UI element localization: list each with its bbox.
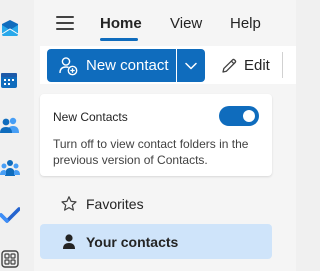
new-contacts-toggle[interactable]	[219, 106, 259, 126]
ribbon-divider	[282, 52, 283, 78]
todo-icon[interactable]	[0, 203, 24, 227]
nav-item-your-contacts-label: Your contacts	[86, 234, 179, 250]
pencil-icon	[220, 57, 238, 80]
nav-item-favorites[interactable]: Favorites	[40, 186, 272, 221]
tab-help[interactable]: Help	[230, 15, 261, 33]
add-person-icon	[58, 56, 78, 81]
toggle-knob	[243, 110, 255, 122]
tab-home[interactable]: Home	[100, 15, 142, 33]
tab-view[interactable]: View	[170, 15, 202, 33]
more-apps-icon[interactable]	[0, 247, 24, 271]
chevron-down-icon	[185, 57, 197, 75]
hamburger-menu-icon[interactable]	[56, 16, 74, 30]
nav-item-favorites-label: Favorites	[86, 196, 144, 212]
edit-label: Edit	[244, 57, 270, 74]
nav-item-your-contacts[interactable]: Your contacts	[40, 224, 272, 259]
new-contacts-card: New Contacts Turn off to view contact fo…	[40, 94, 272, 176]
person-icon	[60, 233, 78, 251]
new-contact-label: New contact	[86, 57, 169, 74]
tab-home-underline	[100, 38, 138, 41]
people-icon[interactable]	[0, 113, 24, 137]
card-description: Turn off to view contact folders in the …	[53, 137, 249, 167]
star-icon	[60, 195, 78, 213]
new-contact-button[interactable]: New contact	[47, 49, 176, 82]
card-title: New Contacts	[53, 110, 128, 124]
outlook-mail-icon[interactable]	[0, 16, 24, 40]
groups-icon[interactable]	[0, 156, 24, 180]
edit-button[interactable]: Edit	[214, 49, 278, 82]
new-contact-dropdown-button[interactable]	[177, 49, 205, 82]
app-rail	[0, 0, 24, 271]
calendar-icon[interactable]	[0, 68, 24, 92]
